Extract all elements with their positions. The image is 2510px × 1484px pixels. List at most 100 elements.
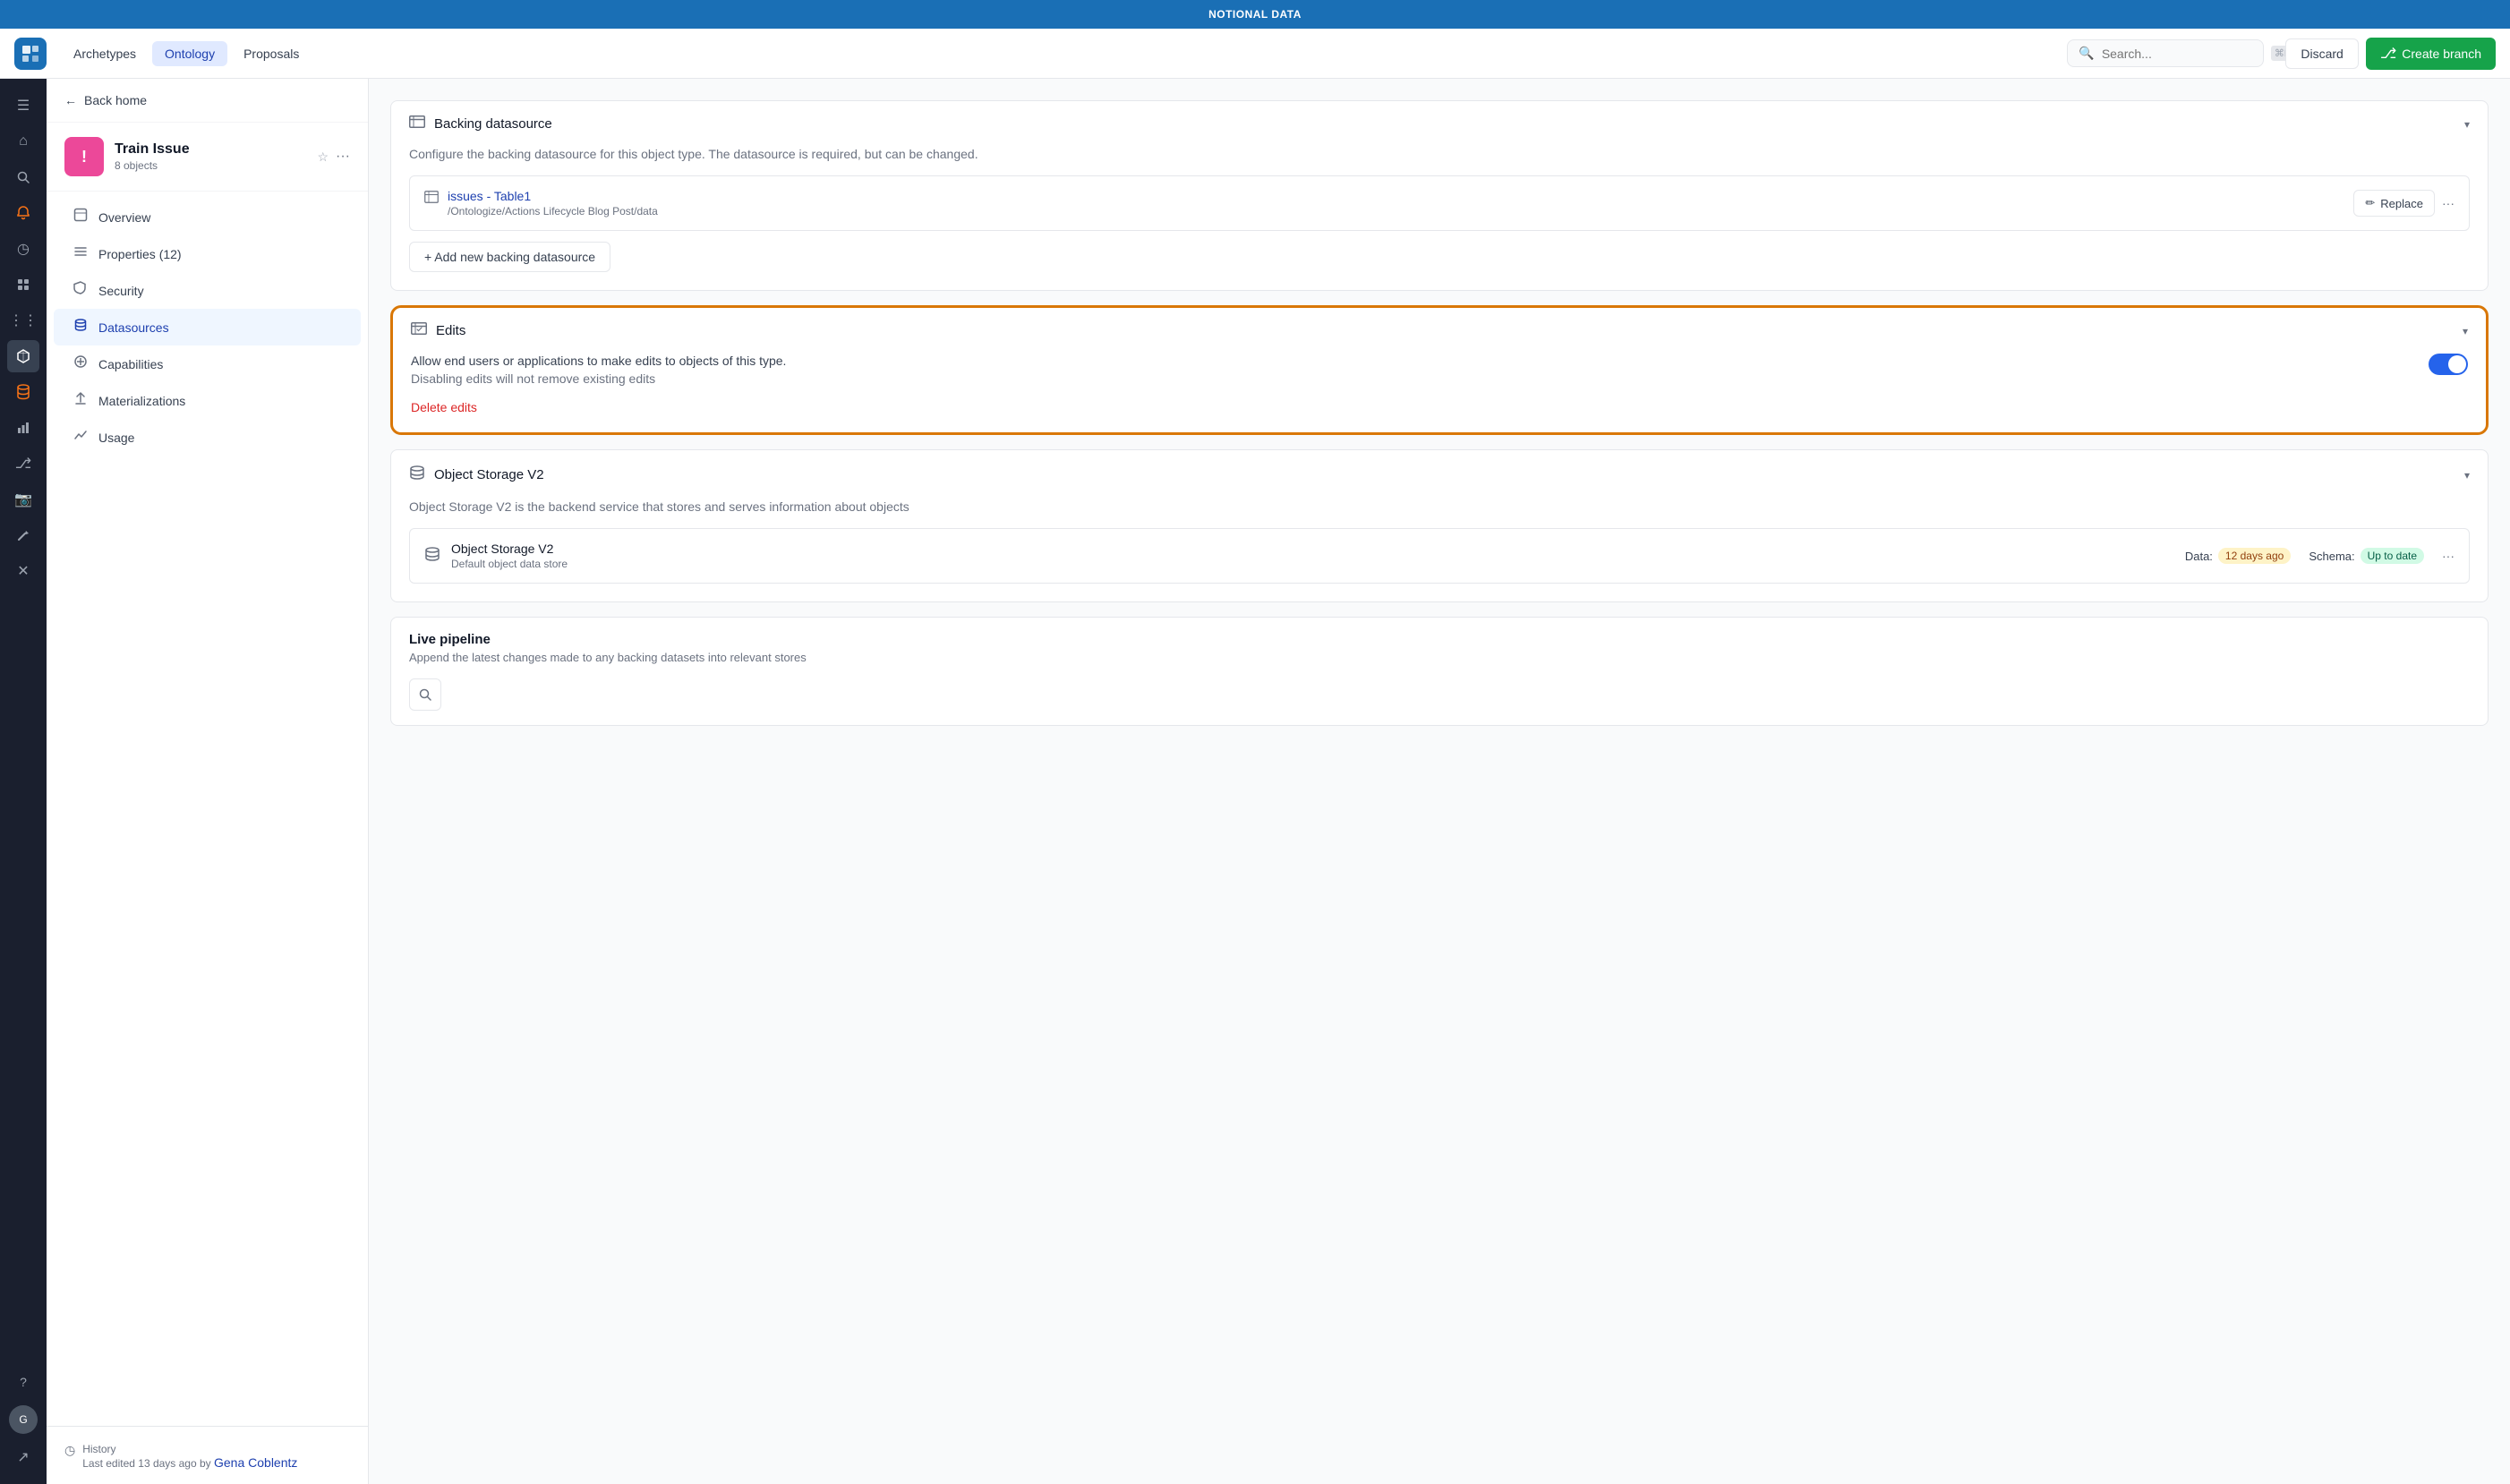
history-author-link[interactable]: Gena Coblentz <box>214 1455 297 1470</box>
object-storage-description: Object Storage V2 is the backend service… <box>409 499 2470 514</box>
schema-badge: Up to date <box>2361 548 2424 564</box>
sidebar-help-icon[interactable]: ? <box>7 1366 39 1398</box>
pipeline-header: Live pipeline Append the latest changes … <box>391 618 2488 678</box>
datasource-name[interactable]: issues - Table1 <box>448 189 658 203</box>
sidebar-item-overview-label: Overview <box>98 210 150 225</box>
pipeline-body <box>391 678 2488 725</box>
edit-icon: ✏ <box>2365 196 2375 210</box>
discard-button[interactable]: Discard <box>2285 38 2358 69</box>
history-info: ◷ History Last edited 13 days ago by Gen… <box>64 1441 350 1470</box>
edits-body: Allow end users or applications to make … <box>393 354 2486 432</box>
sidebar-item-overview[interactable]: Overview <box>54 199 361 235</box>
datasource-info: issues - Table1 /Ontologize/Actions Life… <box>424 189 658 217</box>
sidebar-database-icon[interactable] <box>7 376 39 408</box>
app-layout: ☰ ⌂ ◷ ⋮⋮ ⎇ 📷 ✕ ? G ↗ <box>0 79 2510 1484</box>
datasource-path: /Ontologize/Actions Lifecycle Blog Post/… <box>448 205 658 217</box>
sidebar-menu-icon[interactable]: ☰ <box>7 90 39 122</box>
sidebar-item-materializations-label: Materializations <box>98 394 185 408</box>
sidebar-item-security[interactable]: Security <box>54 272 361 309</box>
more-options-button[interactable]: ··· <box>336 149 350 165</box>
nav-tabs: Archetypes Ontology Proposals <box>61 41 312 66</box>
sidebar-camera-icon[interactable]: 📷 <box>7 483 39 516</box>
back-arrow-icon: ← <box>64 93 77 107</box>
sidebar-search-icon[interactable] <box>7 161 39 193</box>
object-name: Train Issue <box>115 141 306 158</box>
edits-header[interactable]: Edits ▾ <box>393 308 2486 354</box>
sidebar-item-capabilities[interactable]: Capabilities <box>54 345 361 382</box>
table-icon <box>424 191 439 208</box>
data-meta: Data: 12 days ago <box>2185 548 2291 564</box>
sidebar-notification-icon[interactable] <box>7 197 39 229</box>
object-storage-chevron[interactable]: ▾ <box>2464 469 2470 482</box>
replace-button[interactable]: ✏ Replace <box>2353 190 2435 217</box>
edits-toggle[interactable] <box>2429 354 2468 375</box>
sidebar-expand-icon[interactable]: ↗ <box>7 1441 39 1473</box>
sidebar-branch-icon[interactable]: ⎇ <box>7 448 39 480</box>
sidebar-item-capabilities-label: Capabilities <box>98 357 163 371</box>
icon-sidebar: ☰ ⌂ ◷ ⋮⋮ ⎇ 📷 ✕ ? G ↗ <box>0 79 47 1484</box>
tab-archetypes[interactable]: Archetypes <box>61 41 149 66</box>
nav-search-box[interactable]: 🔍 ⌘K <box>2067 39 2264 67</box>
object-count: 8 objects <box>115 159 306 172</box>
sidebar-home-icon[interactable]: ⌂ <box>7 125 39 158</box>
tab-ontology[interactable]: Ontology <box>152 41 227 66</box>
storage-meta: Data: 12 days ago Schema: Up to date ··· <box>2185 548 2455 564</box>
sidebar-layers-icon[interactable] <box>7 269 39 301</box>
sidebar-item-usage-label: Usage <box>98 431 134 445</box>
datasource-more-button[interactable]: ··· <box>2442 196 2455 210</box>
capabilities-icon <box>72 354 90 373</box>
search-input[interactable] <box>2102 47 2264 61</box>
object-storage-header[interactable]: Object Storage V2 ▾ <box>391 450 2488 499</box>
backing-datasource-chevron[interactable]: ▾ <box>2464 118 2470 131</box>
main-content: Backing datasource ▾ Configure the backi… <box>369 79 2510 1484</box>
star-button[interactable]: ☆ <box>317 149 329 165</box>
edits-card-wrapper: Edits ▾ Allow end users or applications … <box>390 305 2489 435</box>
sidebar-history-icon[interactable]: ◷ <box>7 233 39 265</box>
history-label: History <box>82 1443 115 1455</box>
materializations-icon <box>72 391 90 410</box>
sidebar-item-datasources[interactable]: Datasources <box>54 309 361 345</box>
sidebar-chart-icon[interactable] <box>7 412 39 444</box>
storage-more-button[interactable]: ··· <box>2442 549 2455 563</box>
nav-bar: Archetypes Ontology Proposals 🔍 ⌘K Disca… <box>0 29 2510 79</box>
pipeline-title: Live pipeline <box>409 632 2470 647</box>
sidebar-x-icon[interactable]: ✕ <box>7 555 39 587</box>
history-footer-icon: ◷ <box>64 1443 75 1458</box>
pipeline-description: Append the latest changes made to any ba… <box>409 651 2470 664</box>
sidebar-item-materializations[interactable]: Materializations <box>54 382 361 419</box>
pipeline-search-button[interactable] <box>409 678 441 711</box>
backing-datasource-header[interactable]: Backing datasource ▾ <box>391 101 2488 147</box>
sidebar-item-properties[interactable]: Properties (12) <box>54 235 361 272</box>
edits-chevron[interactable]: ▾ <box>2463 325 2468 337</box>
nav-actions: Discard ⎇ Create branch <box>2285 38 2496 70</box>
storage-info: Object Storage V2 Default object data st… <box>451 542 2174 570</box>
backing-datasource-description: Configure the backing datasource for thi… <box>409 147 2470 161</box>
properties-icon <box>72 244 90 263</box>
storage-item: Object Storage V2 Default object data st… <box>409 528 2470 584</box>
back-home-link[interactable]: ← Back home <box>47 79 368 123</box>
sidebar-item-usage[interactable]: Usage <box>54 419 361 456</box>
sidebar-tool-icon[interactable] <box>7 519 39 551</box>
backing-datasource-body: Configure the backing datasource for thi… <box>391 147 2488 290</box>
schema-meta: Schema: Up to date <box>2309 548 2424 564</box>
object-storage-title: Object Storage V2 <box>409 465 544 485</box>
storage-name: Object Storage V2 <box>451 542 2174 556</box>
user-avatar[interactable]: G <box>9 1405 38 1434</box>
edits-icon <box>411 322 427 339</box>
branch-icon: ⎇ <box>2380 45 2396 63</box>
edits-description: Allow end users or applications to make … <box>411 354 786 389</box>
left-panel: ← Back home ! Train Issue 8 objects ☆ ··… <box>47 79 369 1484</box>
top-bar: NOTIONAL DATA <box>0 0 2510 29</box>
edits-card: Edits ▾ Allow end users or applications … <box>390 305 2489 435</box>
nav-logo[interactable] <box>14 38 47 70</box>
delete-edits-button[interactable]: Delete edits <box>411 400 2468 414</box>
sidebar-cube-icon[interactable] <box>7 340 39 372</box>
backing-datasource-title: Backing datasource <box>409 115 552 132</box>
add-datasource-button[interactable]: + Add new backing datasource <box>409 242 610 272</box>
tab-proposals[interactable]: Proposals <box>231 41 312 66</box>
sidebar-item-security-label: Security <box>98 284 144 298</box>
sidebar-dots-icon[interactable]: ⋮⋮ <box>7 304 39 337</box>
create-branch-button[interactable]: ⎇ Create branch <box>2366 38 2496 70</box>
storage-item-icon <box>424 546 440 567</box>
object-icon: ! <box>64 137 104 176</box>
